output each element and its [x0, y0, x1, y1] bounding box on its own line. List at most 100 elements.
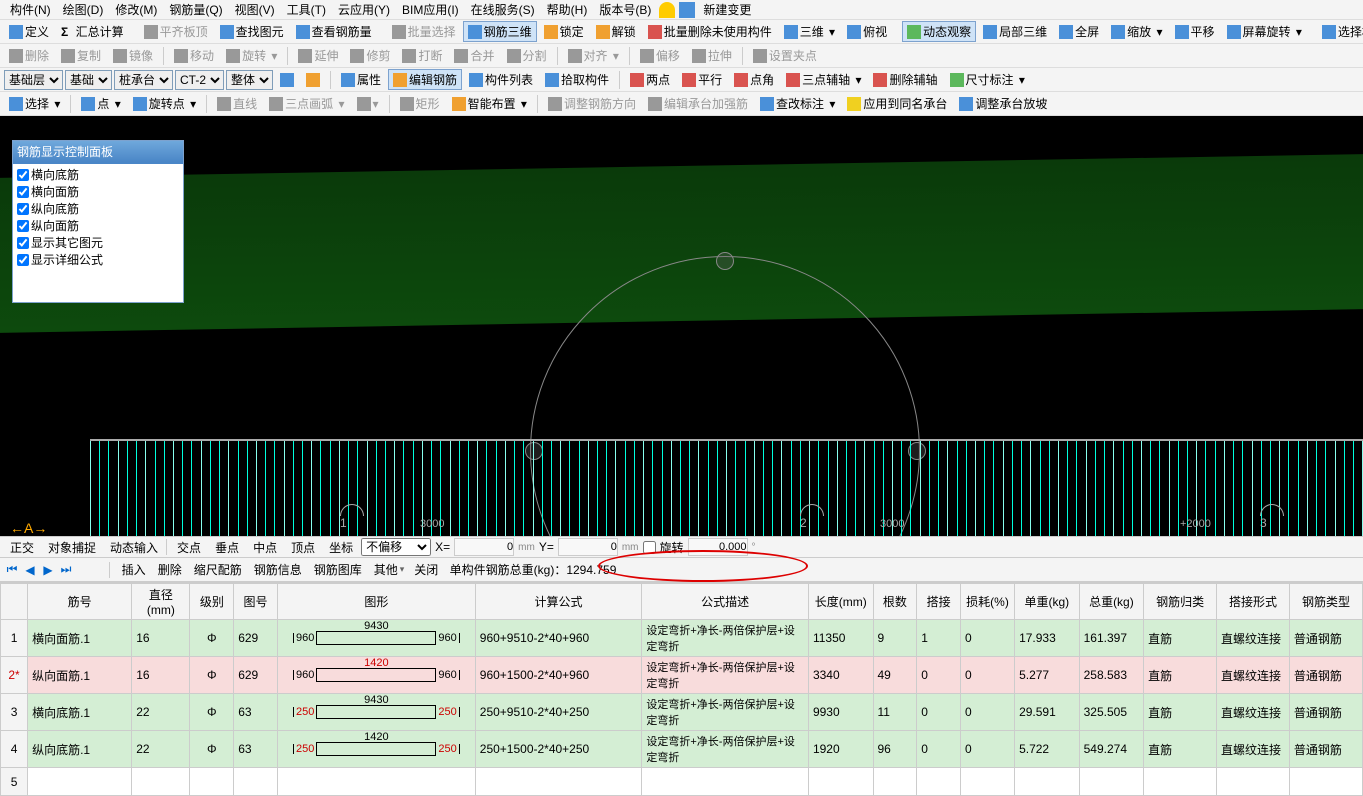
col-header-15[interactable]: 搭接形式 — [1217, 584, 1290, 620]
scale-match-button[interactable]: 缩尺配筋 — [188, 560, 246, 579]
new-change-button[interactable]: 新建变更 — [697, 1, 757, 18]
cell-desc[interactable]: 设定弯折+净长-两倍保护层+设定弯折 — [642, 657, 809, 694]
table-row[interactable]: 5 — [1, 768, 1363, 796]
panel-checkbox-3[interactable] — [17, 220, 29, 232]
lock-button[interactable]: 锁定 — [539, 21, 589, 42]
row-header[interactable]: 4 — [1, 731, 28, 768]
cell-len[interactable]: 9930 — [808, 694, 873, 731]
sel-same-button[interactable]: 选择相 — [1317, 21, 1363, 42]
cell-cat[interactable]: 直筋 — [1144, 657, 1217, 694]
sum-button[interactable]: Σ 汇总计算 — [56, 21, 129, 42]
cell-rt[interactable]: 普通钢筋 — [1289, 731, 1362, 768]
cell-cnt[interactable]: 11 — [873, 694, 917, 731]
cell-lf[interactable]: 直螺纹连接 — [1217, 657, 1290, 694]
align-board-button[interactable]: 平齐板顶 — [139, 21, 213, 42]
menu-rebar[interactable]: 钢筋量(Q) — [163, 1, 228, 18]
cell-lap[interactable]: 0 — [917, 657, 961, 694]
panel-check-4[interactable]: 显示其它图元 — [15, 234, 181, 251]
apply-same-button[interactable]: 应用到同名承台 — [842, 93, 952, 114]
panel-check-3[interactable]: 纵向面筋 — [15, 217, 181, 234]
batch-del-button[interactable]: 批量删除未使用构件 — [643, 21, 777, 42]
rot-pt-button[interactable]: 旋转点 ▾ — [128, 93, 201, 114]
snap-button[interactable]: 对象捕捉 — [42, 538, 100, 557]
menu-view[interactable]: 视图(V) — [229, 1, 281, 18]
apex-button[interactable]: 顶点 — [285, 538, 319, 557]
parallel-button[interactable]: 平行 — [677, 69, 727, 90]
x-input[interactable] — [454, 538, 514, 556]
cell-uw[interactable]: 29.591 — [1015, 694, 1080, 731]
grid-insert-button[interactable]: 插入 — [116, 560, 150, 579]
col-header-1[interactable]: 筋号 — [28, 584, 132, 620]
panel-check-1[interactable]: 横向面筋 — [15, 183, 181, 200]
unlock-button[interactable]: 解锁 — [591, 21, 641, 42]
dyn-input-button[interactable]: 动态输入 — [104, 538, 162, 557]
close-button[interactable]: 关闭 — [410, 560, 442, 579]
cell-tw[interactable]: 258.583 — [1079, 657, 1144, 694]
menu-tools[interactable]: 工具(T) — [281, 1, 332, 18]
cell-lvl[interactable]: Φ — [190, 620, 234, 657]
menu-online[interactable]: 在线服务(S) — [465, 1, 541, 18]
zoom-button[interactable]: 缩放 ▾ — [1106, 21, 1167, 42]
cell-id[interactable]: 横向底筋.1 — [28, 694, 132, 731]
cell-formula[interactable]: 960+1500-2*40+960 — [475, 657, 642, 694]
col-header-0[interactable] — [1, 584, 28, 620]
trim-button[interactable]: 修剪 — [345, 45, 395, 66]
col-header-3[interactable]: 级别 — [190, 584, 234, 620]
cell-lvl[interactable]: Φ — [190, 731, 234, 768]
nav-next[interactable]: ▶ — [40, 562, 56, 578]
line-button[interactable]: 直线 — [212, 93, 262, 114]
grid-delete-button[interactable]: 删除 — [152, 560, 186, 579]
row-header[interactable]: 5 — [1, 768, 28, 796]
col-header-9[interactable]: 根数 — [873, 584, 917, 620]
copy-button[interactable]: 复制 — [56, 45, 106, 66]
cell-formula[interactable]: 250+9510-2*40+250 — [475, 694, 642, 731]
check-annot-button[interactable]: 查改标注 ▾ — [755, 93, 840, 114]
cell-dia[interactable]: 16 — [132, 620, 190, 657]
point-button[interactable]: 点 ▾ — [76, 93, 125, 114]
find-elem-button[interactable]: 查找图元 — [215, 21, 289, 42]
cell-cat[interactable]: 直筋 — [1144, 694, 1217, 731]
layer3-select[interactable]: 桩承台 — [114, 70, 173, 90]
table-row[interactable]: 4纵向底筋.122Φ632501420250250+1500-2*40+250设… — [1, 731, 1363, 768]
y-input[interactable] — [558, 538, 618, 556]
extend-button[interactable]: 延伸 — [293, 45, 343, 66]
topview-button[interactable]: 俯视 — [842, 21, 892, 42]
rotate-input[interactable] — [688, 538, 748, 556]
rebar-lib-button[interactable]: 钢筋图库 — [308, 560, 366, 579]
cell-lap[interactable]: 0 — [917, 694, 961, 731]
col-header-8[interactable]: 长度(mm) — [808, 584, 873, 620]
cell-lvl[interactable]: Φ — [190, 657, 234, 694]
col-header-13[interactable]: 总重(kg) — [1079, 584, 1144, 620]
merge-button[interactable]: 合并 — [449, 45, 499, 66]
cell-len[interactable]: 11350 — [808, 620, 873, 657]
offset-mode-select[interactable]: 不偏移 — [361, 538, 431, 556]
nav-prev[interactable]: ◀ — [22, 562, 38, 578]
cell-pic[interactable]: 629 — [234, 620, 278, 657]
pan-button[interactable]: 平移 — [1170, 21, 1220, 42]
edit-cap-button[interactable]: 编辑承台加强筋 — [643, 93, 753, 114]
cell-len[interactable]: 1920 — [808, 731, 873, 768]
panel-checkbox-4[interactable] — [17, 237, 29, 249]
menu-bim[interactable]: BIM应用(I) — [396, 1, 465, 18]
col-header-14[interactable]: 钢筋归类 — [1144, 584, 1217, 620]
split-button[interactable]: 分割 — [502, 45, 552, 66]
cell-tw[interactable]: 161.397 — [1079, 620, 1144, 657]
cell-shape[interactable]: 2501420250 — [277, 731, 475, 768]
col-header-4[interactable]: 图号 — [234, 584, 278, 620]
local3d-button[interactable]: 局部三维 — [978, 21, 1052, 42]
cell-uw[interactable]: 5.277 — [1015, 657, 1080, 694]
del-button[interactable]: 删除 — [4, 45, 54, 66]
cell-lf[interactable]: 直螺纹连接 — [1217, 620, 1290, 657]
cell-rt[interactable]: 普通钢筋 — [1289, 657, 1362, 694]
drawing-canvas[interactable]: ←A→ 1 3000 2 3000 +2000 3 — [0, 116, 1363, 536]
menu-version[interactable]: 版本号(B) — [593, 1, 657, 18]
panel-checkbox-2[interactable] — [17, 203, 29, 215]
three-pt-button[interactable]: 三点辅轴 ▾ — [781, 69, 866, 90]
cell-id[interactable]: 纵向底筋.1 — [28, 731, 132, 768]
col-header-12[interactable]: 单重(kg) — [1015, 584, 1080, 620]
col-header-6[interactable]: 计算公式 — [475, 584, 642, 620]
arc3-button[interactable]: 三点画弧 ▾ — [264, 93, 349, 114]
col-header-16[interactable]: 钢筋类型 — [1289, 584, 1362, 620]
layer4-select[interactable]: CT-2 — [175, 70, 224, 90]
cell-shape[interactable]: 9601420960 — [277, 657, 475, 694]
